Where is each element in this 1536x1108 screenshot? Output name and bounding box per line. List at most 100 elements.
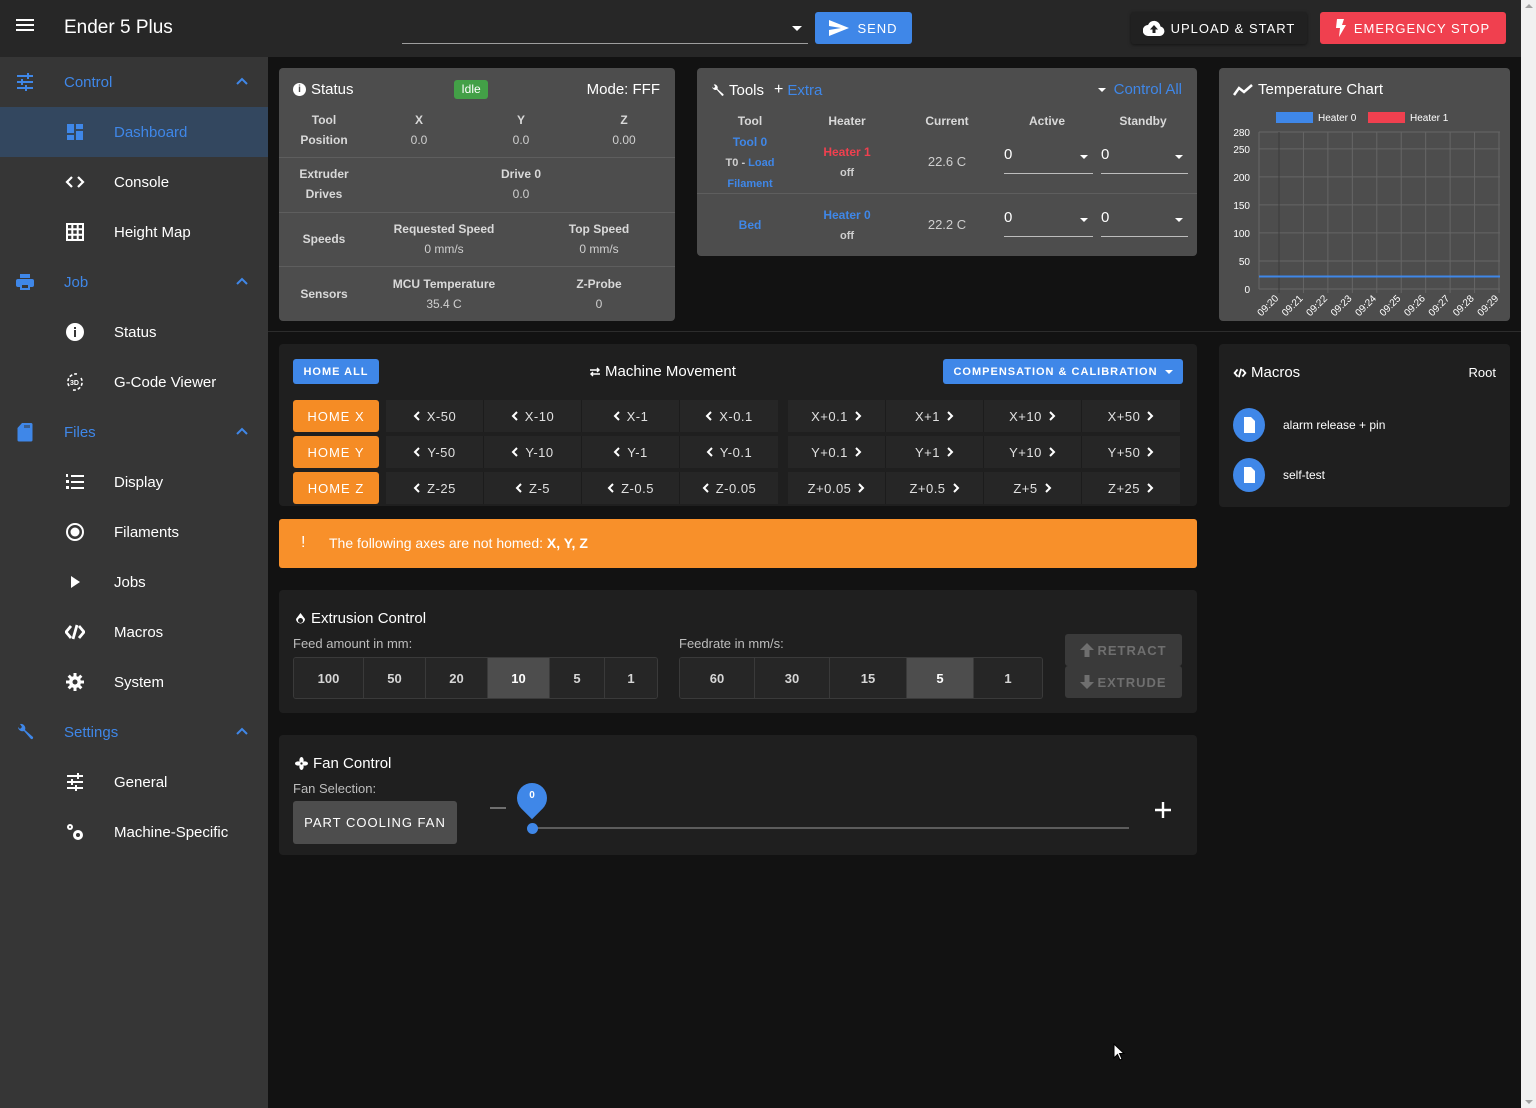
sidebar-item-general[interactable]: General [0, 757, 268, 807]
segment-option[interactable]: 50 [364, 658, 426, 698]
emergency-stop-button[interactable]: Emergency Stop [1320, 12, 1506, 44]
fan-speed-slider-track[interactable] [532, 827, 1129, 829]
jog-button[interactable]: X-0.1 [680, 400, 778, 432]
segment-option[interactable]: 20 [426, 658, 488, 698]
file-icon [1233, 458, 1265, 492]
jog-button[interactable]: Z+5 [984, 472, 1082, 504]
heater-0-link[interactable]: Heater 0 [823, 208, 870, 222]
segment-option[interactable]: 100 [294, 658, 364, 698]
jog-button[interactable]: Y+10 [984, 436, 1082, 468]
send-button[interactable]: Send [815, 12, 912, 44]
sidebar-item-gcode-viewer[interactable]: 3D G-Code Viewer [0, 357, 268, 407]
jog-button[interactable]: X+1 [886, 400, 984, 432]
segment-option[interactable]: 30 [755, 658, 830, 698]
gcode-input[interactable] [402, 14, 808, 44]
segment-option[interactable]: 1 [605, 658, 657, 698]
extra-link[interactable]: Extra [787, 82, 822, 99]
jog-button[interactable]: X-50 [386, 400, 484, 432]
jog-button[interactable]: Y-10 [484, 436, 582, 468]
home-y-button[interactable]: Home Y [293, 436, 379, 468]
jog-button[interactable]: Z-0.05 [680, 472, 778, 504]
jog-button[interactable]: Z+0.5 [886, 472, 984, 504]
sidebar-item-job-status[interactable]: Status [0, 307, 268, 357]
chevron-up-icon[interactable] [236, 276, 248, 286]
macros-root-breadcrumb[interactable]: Root [1469, 365, 1496, 380]
sidebar-item-macros[interactable]: Macros [0, 607, 268, 657]
sidebar-item-dashboard[interactable]: Dashboard [0, 107, 268, 157]
jog-button[interactable]: Z-25 [386, 472, 484, 504]
load-filament-link[interactable]: Filament [727, 178, 772, 190]
jog-button[interactable]: X+10 [984, 400, 1082, 432]
chevron-up-icon[interactable] [236, 726, 248, 736]
sidebar-item-jobs[interactable]: Jobs [0, 557, 268, 607]
macro-item[interactable]: self-test [1233, 458, 1493, 494]
sidebar-group-settings[interactable]: Settings [0, 707, 268, 757]
x-tick-label: 09:28 [1451, 293, 1477, 319]
jog-button[interactable]: Y-0.1 [680, 436, 778, 468]
divider [279, 266, 675, 267]
chevron-down-icon[interactable] [792, 26, 802, 31]
page-scrollbar[interactable] [1521, 0, 1536, 1108]
jog-button[interactable]: Y-1 [582, 436, 680, 468]
jog-button[interactable]: Z-0.5 [582, 472, 680, 504]
sidebar-group-files[interactable]: Files [0, 407, 268, 457]
home-z-button[interactable]: Home Z [293, 472, 379, 504]
macro-item[interactable]: alarm release + pin [1233, 408, 1493, 444]
sidebar-item-filaments[interactable]: Filaments [0, 507, 268, 557]
jog-button[interactable]: Y+50 [1082, 436, 1180, 468]
sidebar-item-height-map[interactable]: Height Map [0, 207, 268, 257]
segment-option[interactable]: 5 [550, 658, 605, 698]
gcode-input-field[interactable] [402, 14, 808, 43]
segment-option[interactable]: 10 [488, 658, 550, 698]
jog-button[interactable]: Y+0.1 [788, 436, 886, 468]
3d-rotation-icon: 3D [67, 373, 83, 391]
sidebar-item-console[interactable]: Console [0, 157, 268, 207]
jog-button[interactable]: Y-50 [386, 436, 484, 468]
upload-start-button[interactable]: Upload & Start [1131, 12, 1307, 44]
segment-option[interactable]: 60 [680, 658, 755, 698]
tool-0-link[interactable]: Tool 0 [733, 135, 767, 149]
speeds-label: Speeds [302, 232, 346, 246]
scroll-up-arrow[interactable] [1525, 4, 1533, 8]
plus-icon[interactable]: + [774, 81, 783, 99]
segment-option[interactable]: 15 [830, 658, 907, 698]
sidebar-group-control[interactable]: Control [0, 57, 268, 107]
sidebar-item-system[interactable]: System [0, 657, 268, 707]
heater-1-link[interactable]: Heater 1 [823, 145, 870, 159]
jog-button[interactable]: Z+25 [1082, 472, 1180, 504]
jog-button[interactable]: X+0.1 [788, 400, 886, 432]
jog-button[interactable]: X+50 [1082, 400, 1180, 432]
home-all-button[interactable]: Home All [293, 359, 379, 384]
bed-link[interactable]: Bed [739, 218, 762, 232]
fan-speed-slider-thumb[interactable] [527, 823, 538, 834]
jog-button[interactable]: Z-5 [484, 472, 582, 504]
extrude-button[interactable]: Extrude [1065, 666, 1182, 698]
home-x-button[interactable]: Home X [293, 400, 379, 432]
load-filament-link[interactable]: Load [748, 157, 774, 169]
plus-icon[interactable] [1152, 799, 1174, 821]
sidebar-item-machine-specific[interactable]: Machine-Specific [0, 807, 268, 857]
control-all-dropdown[interactable]: Control All [1097, 81, 1182, 98]
chevron-up-icon[interactable] [236, 76, 248, 86]
jog-button[interactable]: Z+0.05 [788, 472, 886, 504]
fan-select-button[interactable]: Part Cooling Fan [293, 801, 457, 844]
active-temp-select[interactable]: 0 [1004, 144, 1093, 174]
chevron-up-icon[interactable] [236, 426, 248, 436]
active-temp-select[interactable]: 0 [1004, 207, 1093, 237]
jog-minus-group: X-50 X-10 X-1 X-0.1 [386, 400, 778, 432]
standby-temp-select[interactable]: 0 [1101, 207, 1188, 237]
standby-temp-select[interactable]: 0 [1101, 144, 1188, 174]
sensors-label: Sensors [300, 287, 348, 301]
compensation-calibration-button[interactable]: Compensation & Calibration [943, 359, 1183, 384]
scroll-down-arrow[interactable] [1525, 1100, 1533, 1104]
menu-icon[interactable] [16, 19, 34, 33]
segment-option[interactable]: 1 [974, 658, 1042, 698]
segment-option[interactable]: 5 [907, 658, 974, 698]
jog-button[interactable]: X-1 [582, 400, 680, 432]
jog-button[interactable]: Y+1 [886, 436, 984, 468]
sidebar-item-display[interactable]: Display [0, 457, 268, 507]
retract-button[interactable]: Retract [1065, 634, 1182, 666]
jog-button[interactable]: X-10 [484, 400, 582, 432]
sidebar-group-job[interactable]: Job [0, 257, 268, 307]
minus-icon[interactable] [490, 807, 506, 809]
